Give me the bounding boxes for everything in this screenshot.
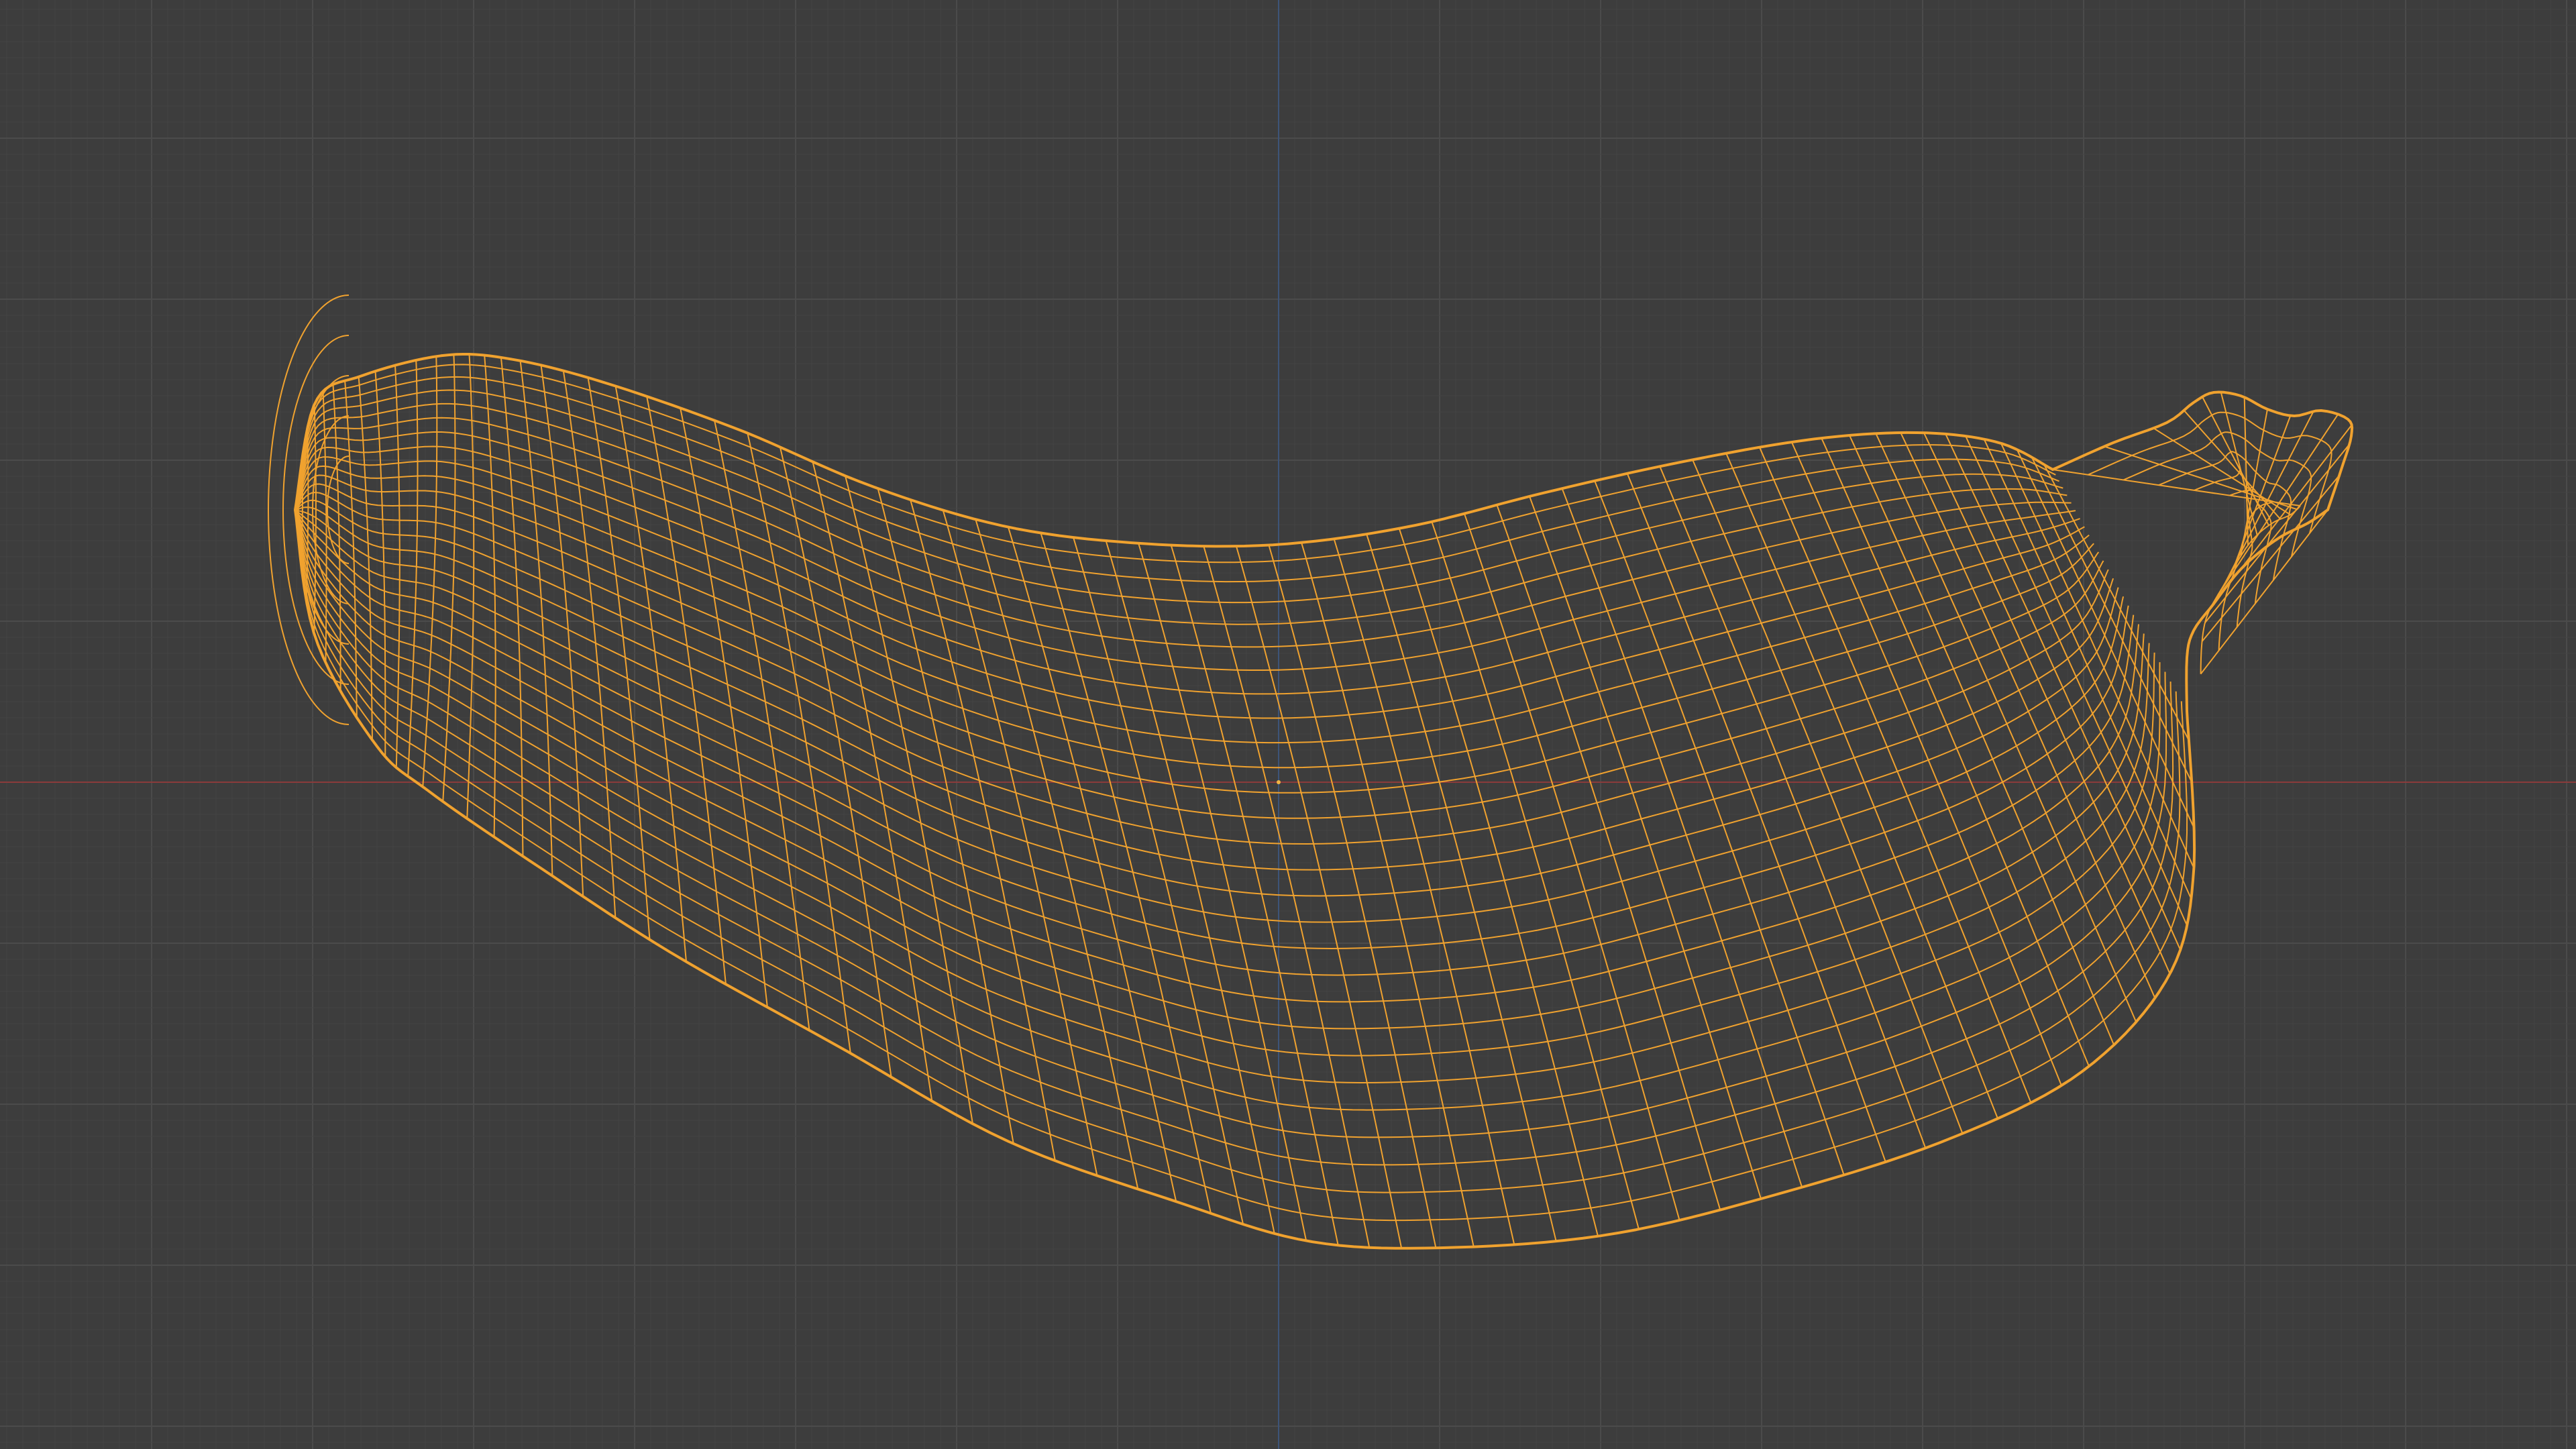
viewport-background: [0, 0, 2576, 1449]
viewport-canvas[interactable]: [0, 0, 2576, 1449]
3d-viewport[interactable]: [0, 0, 2576, 1449]
object-origin-point[interactable]: [1277, 780, 1281, 784]
